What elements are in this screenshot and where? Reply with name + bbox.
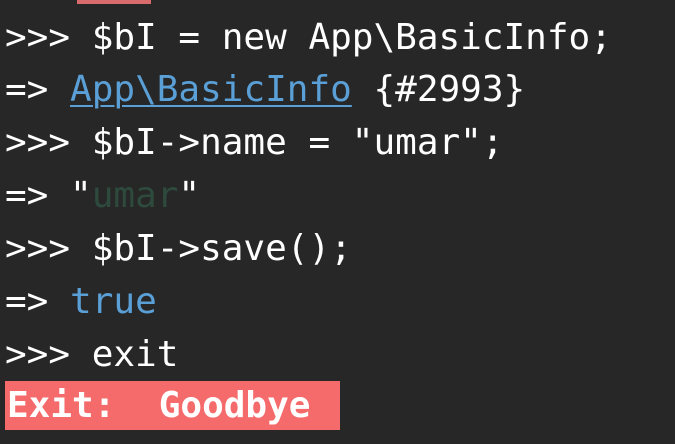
quote-close: " (178, 175, 201, 216)
command-text: exit (70, 334, 179, 375)
top-highlight-mark (77, 0, 151, 4)
prompt: >>> (5, 228, 71, 269)
quote-open: " (48, 175, 92, 216)
terminal-line-input: >>> $bI = new App\BasicInfo; (5, 14, 612, 62)
boolean-value: true (70, 281, 157, 322)
terminal-line-input: >>> exit (5, 331, 178, 379)
prompt: => (5, 175, 49, 216)
prompt: => (5, 69, 49, 110)
exit-banner: Exit: Goodbye (5, 381, 340, 430)
terminal-line-input: >>> $bI->name = "umar"; (5, 119, 504, 167)
prompt: => (5, 281, 49, 322)
prompt: >>> (5, 334, 71, 375)
terminal-line-output: => App\BasicInfo {#2993} (5, 66, 525, 114)
object-id: {#2993} (351, 69, 526, 110)
command-text: $bI->name = "umar"; (70, 122, 504, 163)
terminal-line-output: => "umar" (5, 172, 200, 220)
terminal-window[interactable]: >>> $bI = new App\BasicInfo; => App\Basi… (0, 0, 675, 444)
command-text: $bI->save(); (70, 228, 352, 269)
terminal-line-output: => true (5, 278, 157, 326)
prompt: >>> (5, 122, 71, 163)
prompt: >>> (5, 17, 71, 58)
class-link[interactable]: App\BasicInfo (70, 69, 352, 110)
terminal-line-input: >>> $bI->save(); (5, 225, 352, 273)
command-text: $bI = new App\BasicInfo; (70, 17, 612, 58)
string-value: umar (91, 175, 179, 216)
